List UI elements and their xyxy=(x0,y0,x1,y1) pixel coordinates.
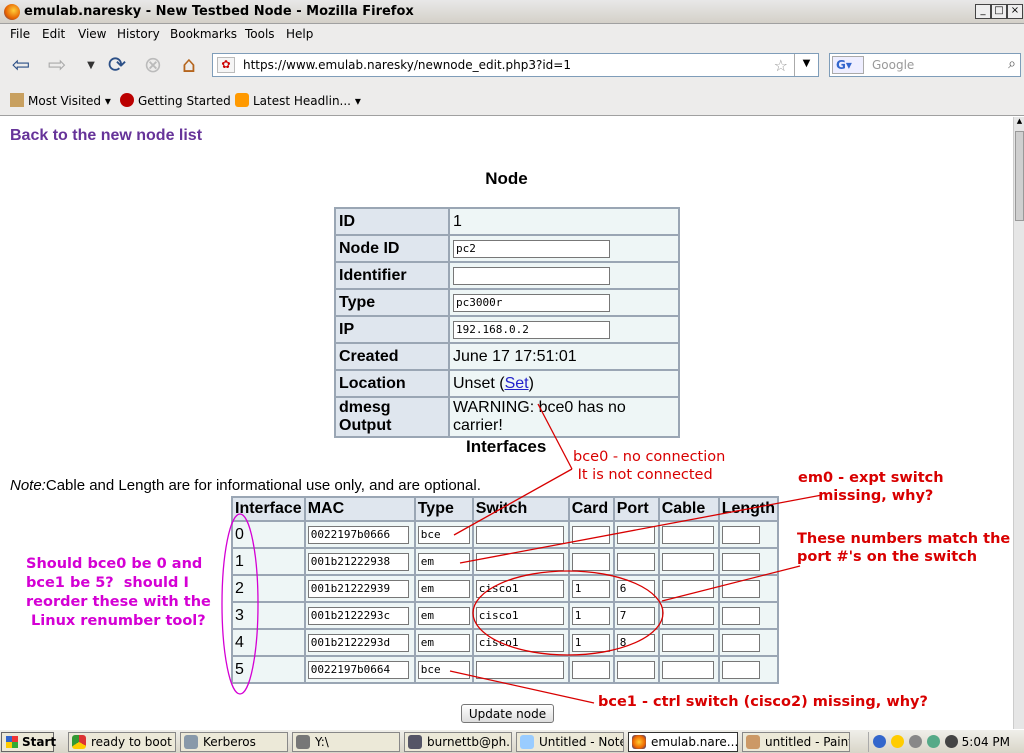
search-icon[interactable]: ⌕ xyxy=(1008,56,1016,72)
task-chrome[interactable]: ready to boot ... xyxy=(68,732,176,752)
folder-icon xyxy=(10,93,24,107)
menu-bookmarks[interactable]: Bookmarks xyxy=(170,27,237,41)
firefox-icon xyxy=(4,4,20,20)
bookmark-star-icon[interactable]: ☆ xyxy=(774,56,788,75)
menu-help[interactable]: Help xyxy=(286,27,313,41)
rss-icon xyxy=(235,93,249,107)
stop-icon[interactable]: ⊗ xyxy=(140,52,166,78)
home-icon[interactable]: ⌂ xyxy=(176,52,202,78)
switch-card-port-ellipse xyxy=(472,570,664,656)
search-placeholder[interactable]: Google xyxy=(872,58,914,72)
menu-bar: File Edit View History Bookmarks Tools H… xyxy=(0,24,1024,44)
menu-file[interactable]: File xyxy=(10,27,30,41)
bookmark-getting-started[interactable]: Getting Started xyxy=(120,93,231,108)
menu-edit[interactable]: Edit xyxy=(42,27,65,41)
drive-icon xyxy=(296,735,310,749)
url-text[interactable]: https://www.emulab.naresky/newnode_edit.… xyxy=(243,58,571,72)
chrome-icon xyxy=(72,735,86,749)
search-engine-icon[interactable]: G▾ xyxy=(832,56,864,74)
line-numbers xyxy=(661,565,801,602)
address-bar[interactable]: ✿ https://www.emulab.naresky/newnode_edi… xyxy=(212,53,819,77)
vertical-scrollbar[interactable]: ▲ xyxy=(1013,117,1024,729)
line-bce0 xyxy=(453,468,573,536)
windows-flag-icon xyxy=(6,736,18,748)
task-kerberos[interactable]: Kerberos xyxy=(180,732,288,752)
bookmark-latest-headlines[interactable]: Latest Headlin... ▾ xyxy=(235,93,361,108)
window-title: emulab.naresky - New Testbed Node - Mozi… xyxy=(24,4,414,19)
site-identity-icon[interactable]: ✿ xyxy=(217,57,235,73)
kerberos-icon xyxy=(184,735,198,749)
navigation-toolbar: ⇦ ⇨ ▼ ⟳ ⊗ ⌂ ✿ https://www.emulab.naresky… xyxy=(0,44,1024,86)
scroll-up-icon[interactable]: ▲ xyxy=(1015,117,1024,129)
paint-icon xyxy=(746,735,760,749)
task-putty[interactable]: burnettb@ph... xyxy=(404,732,512,752)
line-em0 xyxy=(459,494,823,564)
close-button[interactable]: × xyxy=(1007,4,1023,19)
redhat-icon xyxy=(120,93,134,107)
page-content: Back to the new node list Node ID 1 Node I… xyxy=(0,117,1013,729)
annotation-overlay xyxy=(221,403,823,704)
tool-icon[interactable] xyxy=(945,735,958,748)
menu-view[interactable]: View xyxy=(78,27,106,41)
history-dropdown-icon[interactable]: ▼ xyxy=(78,52,104,78)
forward-arrow-icon[interactable]: ⇨ xyxy=(44,52,70,78)
interface-number-ellipse xyxy=(221,513,259,695)
help-icon[interactable] xyxy=(873,735,886,748)
scrollbar-thumb[interactable] xyxy=(1015,131,1024,221)
back-arrow-icon[interactable]: ⇦ xyxy=(8,52,34,78)
clock: 5:04 PM xyxy=(961,735,1010,749)
line-bce1 xyxy=(449,670,595,704)
menu-history[interactable]: History xyxy=(117,27,160,41)
url-dropdown-icon[interactable]: ▼ xyxy=(794,54,818,76)
putty-icon xyxy=(408,735,422,749)
task-notepad[interactable]: Untitled - Note... xyxy=(516,732,624,752)
system-tray: 5:04 PM xyxy=(868,732,1024,752)
minimize-button[interactable]: _ xyxy=(975,4,991,19)
start-button[interactable]: Start xyxy=(1,732,56,752)
bookmarks-toolbar: Most Visited ▾ Getting Started Latest He… xyxy=(0,86,1024,116)
line-dmesg xyxy=(537,403,573,470)
shield-icon[interactable] xyxy=(891,735,904,748)
firefox-icon xyxy=(632,735,646,749)
network-icon[interactable] xyxy=(927,735,940,748)
search-box[interactable]: G▾ Google ⌕ xyxy=(829,53,1021,77)
magnifier-icon[interactable] xyxy=(909,735,922,748)
maximize-button[interactable]: □ xyxy=(991,4,1007,19)
notepad-icon xyxy=(520,735,534,749)
title-bar: emulab.naresky - New Testbed Node - Mozi… xyxy=(0,0,1024,24)
reload-icon[interactable]: ⟳ xyxy=(104,52,130,78)
bookmark-most-visited[interactable]: Most Visited ▾ xyxy=(10,93,111,108)
menu-tools[interactable]: Tools xyxy=(245,27,275,41)
task-paint[interactable]: untitled - Paint xyxy=(742,732,850,752)
taskbar: Start ready to boot ... Kerberos Y:\ bur… xyxy=(0,729,1024,753)
task-firefox[interactable]: emulab.nare... xyxy=(628,732,738,752)
task-drive-y[interactable]: Y:\ xyxy=(292,732,400,752)
